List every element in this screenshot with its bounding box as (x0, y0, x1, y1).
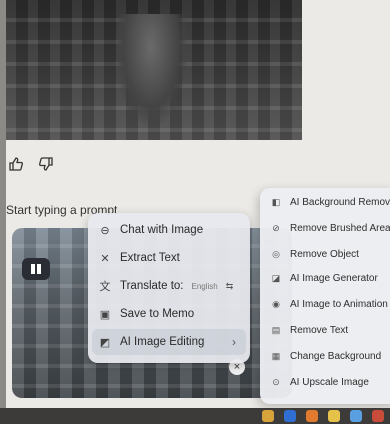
swap-language-icon[interactable]: ⇆ (226, 281, 234, 292)
submenu-item-label: Remove Brushed Area (290, 222, 390, 234)
submenu-item-label: AI Upscale Image (290, 376, 369, 388)
background-remove-icon: ◧ (271, 196, 281, 207)
remove-object-icon: ◎ (272, 248, 280, 259)
submenu-item-label: Remove Text (290, 324, 349, 336)
submenu-item-label: AI Image to Animation (290, 298, 388, 310)
chevron-right-icon: › (232, 335, 236, 349)
brush-icon: ⊘ (272, 222, 280, 233)
menu-item-ai-image-editing[interactable]: ◩ AI Image Editing › (92, 329, 246, 355)
submenu-item-image-to-animation[interactable]: ◉ AI Image to Animation (260, 292, 390, 316)
context-menu: ⊖ Chat with Image ✕ Extract Text 文 Trans… (88, 213, 250, 363)
submenu-item-image-generator[interactable]: ◪ AI Image Generator (260, 266, 390, 290)
menu-item-save-to-memo[interactable]: ▣ Save to Memo (88, 301, 250, 327)
remove-text-icon: ▤ (271, 324, 281, 335)
app-window: Start typing a prompt × ⊖ Chat with Imag… (6, 0, 390, 408)
feedback-row (8, 156, 54, 172)
menu-item-label: Save to Memo (120, 308, 195, 320)
thumbs-up-icon[interactable] (8, 156, 24, 172)
generated-image[interactable] (6, 0, 302, 140)
taskbar-app-icon[interactable] (306, 410, 318, 422)
menu-item-chat-with-image[interactable]: ⊖ Chat with Image (88, 217, 250, 243)
thumbs-down-icon[interactable] (38, 156, 54, 172)
taskbar-app-icon[interactable] (372, 410, 384, 422)
menu-item-label: Chat with Image (120, 224, 204, 236)
menu-item-label: AI Image Editing (120, 336, 205, 348)
submenu-item-remove-object[interactable]: ◎ Remove Object (260, 242, 390, 266)
submenu-item-remove-text[interactable]: ▤ Remove Text (260, 318, 390, 342)
submenu-item-label: Remove Object (290, 248, 359, 260)
image-generator-icon: ◪ (271, 272, 281, 283)
image-subject (116, 14, 186, 124)
submenu-item-background-remove[interactable]: ◧ AI Background Remov (260, 190, 390, 214)
animation-icon: ◉ (272, 298, 280, 309)
menu-item-label: Extract Text (120, 252, 180, 264)
change-background-icon: ▦ (271, 350, 281, 361)
submenu-item-change-background[interactable]: ▦ Change Background (260, 344, 390, 368)
edit-image-icon: ◩ (99, 336, 111, 349)
ai-image-editing-submenu: ◧ AI Background Remov ⊘ Remove Brushed A… (260, 188, 390, 404)
submenu-item-upscale-image[interactable]: ⊙ AI Upscale Image (260, 370, 390, 394)
translate-icon: 文 (99, 281, 111, 293)
extract-icon: ✕ (100, 252, 110, 265)
menu-item-translate[interactable]: 文 Translate to: English ⇆ (88, 273, 250, 299)
submenu-item-remove-brushed-area[interactable]: ⊘ Remove Brushed Area (260, 216, 390, 240)
submenu-item-label: Change Background (290, 350, 382, 362)
submenu-item-label: AI Image Generator (290, 272, 378, 284)
language-select[interactable]: English (192, 282, 218, 291)
ai-badge-icon[interactable] (22, 258, 50, 280)
taskbar-app-icon[interactable] (350, 410, 362, 422)
memo-icon: ▣ (99, 308, 111, 321)
taskbar-app-icon[interactable] (328, 410, 340, 422)
menu-item-extract-text[interactable]: ✕ Extract Text (88, 245, 250, 271)
menu-item-label: Translate to: (120, 280, 184, 292)
chat-icon: ⊖ (100, 224, 110, 237)
upscale-icon: ⊙ (272, 376, 280, 387)
taskbar-app-icon[interactable] (284, 410, 296, 422)
submenu-item-label: AI Background Remov (290, 196, 390, 208)
taskbar-app-icon[interactable] (262, 410, 274, 422)
